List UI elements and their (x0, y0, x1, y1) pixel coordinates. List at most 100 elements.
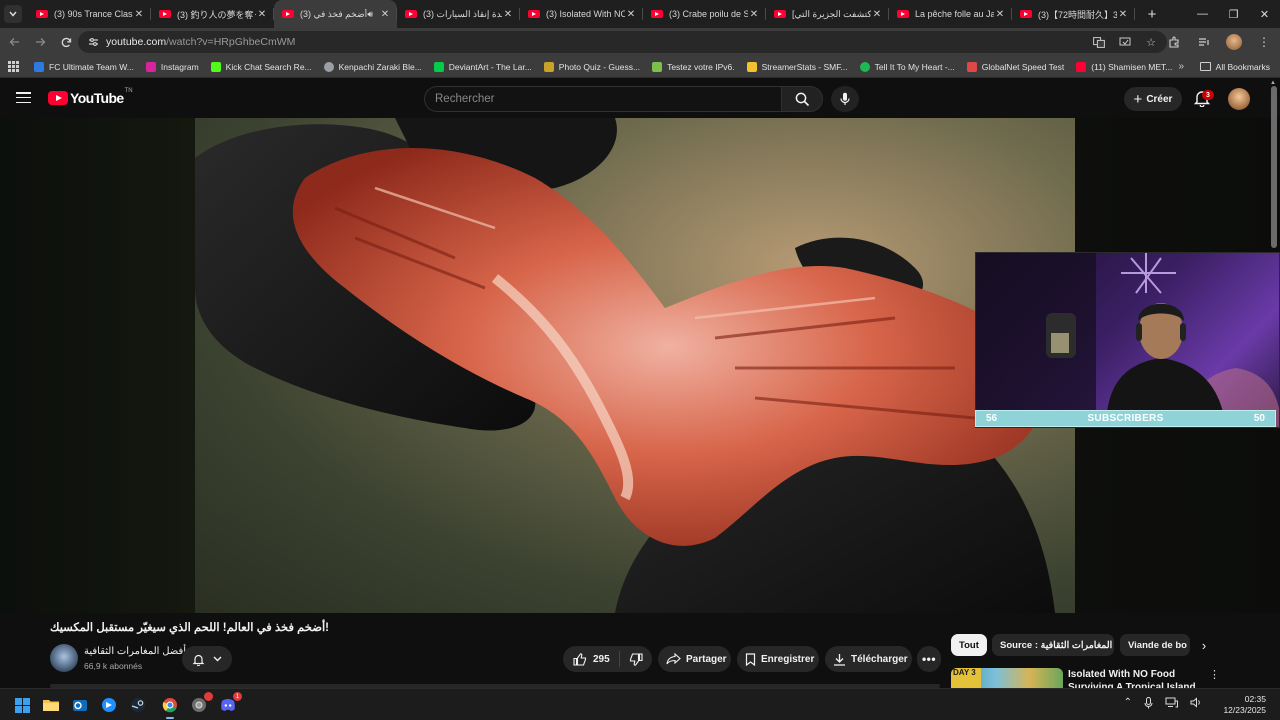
chip-source[interactable]: Source : أفضل المغامرات الثقافية (992, 634, 1114, 656)
youtube-logo[interactable]: YouTube TN (48, 88, 133, 106)
download-label: Télécharger (851, 653, 908, 665)
streamer-webcam-image (976, 253, 1279, 427)
close-icon[interactable]: ✕ (256, 9, 268, 20)
bookmark-favicon-icon (966, 61, 977, 72)
bookmark-item[interactable]: Tell It To My Heart -... (859, 61, 955, 72)
channel-name[interactable]: أفضل المغامرات الثقافية (84, 646, 186, 657)
minimize-button[interactable]: — (1187, 0, 1218, 28)
media-controls-icon[interactable] (1194, 32, 1214, 52)
channel-avatar[interactable] (50, 644, 78, 672)
close-icon[interactable]: ✕ (133, 9, 145, 20)
bookmark-item[interactable]: Photo Quiz - Guess... (543, 61, 640, 72)
discord-icon[interactable]: 1 (218, 692, 242, 715)
bookmark-item[interactable]: StreamerStats - SMF... (746, 61, 848, 72)
chevron-right-icon[interactable]: › (1195, 636, 1213, 654)
steam-icon[interactable] (128, 695, 148, 715)
star-icon[interactable]: ☆ (1143, 34, 1159, 50)
voice-search-button[interactable] (831, 86, 859, 112)
close-icon[interactable]: ✕ (994, 9, 1006, 20)
chip-all[interactable]: Tout (951, 634, 987, 656)
file-explorer-icon[interactable] (41, 695, 61, 715)
bookmarks-overflow-button[interactable]: » (1178, 61, 1184, 72)
translate-icon[interactable] (1091, 34, 1107, 50)
chip-beef[interactable]: Viande de bo (1120, 634, 1190, 656)
bookmark-label: DeviantArt - The Lar... (448, 61, 532, 72)
browser-tab[interactable]: (3) Isolated With NO ✕ (520, 0, 643, 28)
bookmark-item[interactable]: Kick Chat Search Re... (210, 61, 312, 72)
browser-tab[interactable]: (3) 釣り人の夢を奪った ✕ (151, 0, 274, 28)
notification-dot (204, 692, 213, 701)
browser-tab-active[interactable]: (3) أضخم فخذ في 🔊︎ ✕ (274, 0, 397, 28)
close-icon[interactable]: ✕ (1117, 9, 1129, 20)
search-button[interactable] (781, 86, 823, 112)
youtube-favicon-icon (897, 10, 909, 18)
close-icon[interactable]: ✕ (748, 9, 760, 20)
outlook-icon[interactable] (70, 695, 90, 715)
avatar[interactable] (1228, 88, 1250, 110)
tab-title: (3) Isolated With NO (546, 9, 625, 19)
browser-tab[interactable]: (3)【72時間耐久】3泊 ✕ (1012, 0, 1135, 28)
new-tab-button[interactable]: + (1141, 3, 1163, 25)
youtube-favicon-icon (282, 10, 294, 18)
reload-button[interactable] (54, 30, 78, 54)
chevron-up-icon[interactable]: ⌃ (1124, 697, 1132, 709)
browser-tab[interactable]: (3) 90s Trance Classic ✕ (28, 0, 151, 28)
browser-tab[interactable]: La pêche folle au Jap ✕ (889, 0, 1012, 28)
bookmark-item[interactable]: Kenpachi Zaraki Ble... (323, 61, 422, 72)
close-icon[interactable]: ✕ (871, 9, 883, 20)
maximize-button[interactable]: ❐ (1218, 0, 1249, 28)
kebab-menu-icon[interactable]: ⋮ (1209, 668, 1220, 681)
bookmark-item[interactable]: (11) Shamisen MET... (1076, 61, 1172, 72)
bookmark-icon (745, 652, 756, 666)
create-button[interactable]: + Créer (1124, 87, 1182, 111)
bookmark-item[interactable]: Testez votre IPv6. (652, 61, 735, 72)
save-button[interactable]: Enregistrer (737, 646, 819, 672)
cast-icon[interactable] (1117, 34, 1133, 50)
back-button[interactable] (2, 30, 26, 54)
tab-title: [اكتشفت الجزيرة التي (792, 8, 871, 19)
chrome-icon[interactable] (160, 695, 180, 719)
menu-icon[interactable] (16, 92, 31, 103)
speaker-icon[interactable]: 🔊︎ (367, 9, 373, 20)
browser-tab[interactable]: (3) وحدة إنقاذ السيارات ✕ (397, 0, 520, 28)
address-bar[interactable]: youtube.com/watch?v=HRpGhbeCmWM ☆ (78, 31, 1167, 53)
window-controls: — ❐ ✕ (1187, 0, 1280, 28)
tab-search-button[interactable] (4, 5, 22, 23)
close-icon[interactable]: ✕ (625, 9, 637, 20)
network-icon[interactable] (1165, 697, 1178, 709)
close-window-button[interactable]: ✕ (1249, 0, 1280, 28)
bookmark-item[interactable]: DeviantArt - The Lar... (433, 61, 532, 72)
instagram-icon (145, 61, 156, 72)
like-button[interactable]: 295 (563, 651, 620, 667)
kebab-menu-icon[interactable]: ⋮ (1254, 32, 1274, 52)
close-icon[interactable]: ✕ (379, 9, 391, 20)
page-scrollbar[interactable] (1271, 86, 1277, 248)
bookmark-item[interactable]: Instagram (145, 61, 199, 72)
bookmark-item[interactable]: FC Ultimate Team W... (34, 61, 134, 72)
browser-tab[interactable]: [اكتشفت الجزيرة التي ✕ (766, 0, 889, 28)
app-icon[interactable] (99, 695, 119, 715)
volume-icon[interactable] (1190, 697, 1202, 709)
dislike-button[interactable] (620, 652, 652, 666)
video-player[interactable] (195, 118, 1075, 613)
start-button[interactable] (12, 695, 32, 715)
clock-date: 12/23/2025 (1223, 705, 1266, 715)
download-button[interactable]: Télécharger (825, 646, 912, 672)
browser-tab[interactable]: (3) Crabe poilu de Sa ✕ (643, 0, 766, 28)
microphone-icon[interactable] (1144, 697, 1153, 709)
share-button[interactable]: Partager (658, 646, 731, 672)
profile-avatar[interactable] (1224, 32, 1244, 52)
system-clock[interactable]: 02:35 12/23/2025 (1223, 694, 1266, 716)
forward-button[interactable] (28, 30, 52, 54)
subscriber-goal-bar: 56 SUBSCRIBERS 50 (975, 410, 1276, 427)
chrome-profile-icon[interactable] (189, 692, 213, 715)
site-info-icon[interactable] (84, 33, 102, 51)
bookmark-item[interactable]: GlobalNet Speed Test (966, 61, 1064, 72)
all-bookmarks-button[interactable]: All Bookmarks (1199, 62, 1270, 72)
subscription-bell-button[interactable] (182, 646, 232, 672)
close-icon[interactable]: ✕ (502, 9, 514, 20)
more-actions-button[interactable]: ••• (917, 646, 941, 672)
apps-grid-icon[interactable] (8, 60, 20, 73)
search-input[interactable]: Rechercher (424, 86, 782, 112)
extensions-icon[interactable] (1164, 32, 1184, 52)
